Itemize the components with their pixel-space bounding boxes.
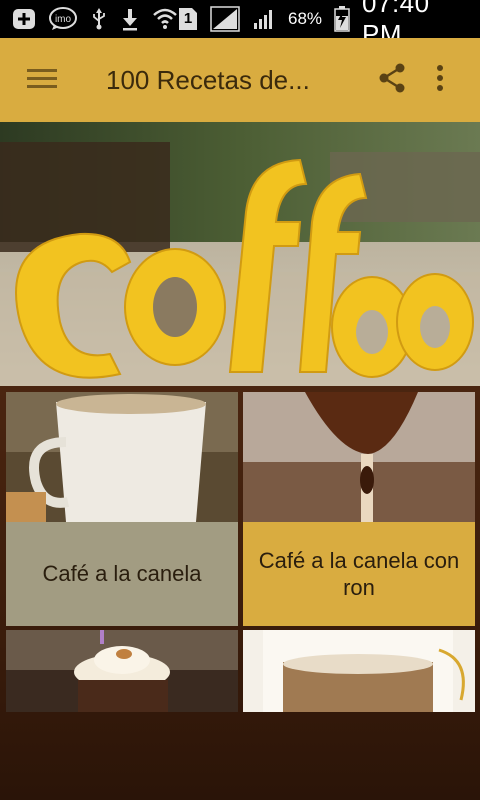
imo-icon: imo xyxy=(48,7,78,31)
wifi-icon xyxy=(152,7,178,31)
menu-button[interactable] xyxy=(24,62,60,98)
battery-charging-icon xyxy=(334,6,350,32)
signal-icon xyxy=(210,6,240,32)
recipe-card[interactable]: Café a la canela xyxy=(6,392,238,626)
signal-icon xyxy=(252,7,276,31)
share-button[interactable] xyxy=(368,56,416,104)
more-vert-icon xyxy=(436,64,444,97)
sim-1-icon: 1 xyxy=(178,7,198,31)
recipe-grid: Café a la canela Café a la canela con ro… xyxy=(0,386,480,800)
menu-icon xyxy=(27,67,57,94)
recipe-image xyxy=(243,392,475,522)
recipe-card[interactable]: Café a la canela con ron xyxy=(243,392,475,626)
status-bar: imo 1 68% 07:40 PM xyxy=(0,0,480,49)
download-icon xyxy=(120,7,140,31)
recipe-card[interactable] xyxy=(243,630,475,712)
add-box-icon xyxy=(12,7,36,31)
usb-icon xyxy=(90,7,108,31)
recipe-title: Café a la canela con ron xyxy=(243,522,475,626)
recipe-image xyxy=(6,630,238,712)
share-icon xyxy=(378,63,406,98)
status-notifications: imo xyxy=(12,7,178,31)
app-bar: 100 Recetas de... xyxy=(0,38,480,122)
recipe-title: Café a la canela xyxy=(6,522,238,626)
sim-slot-number: 1 xyxy=(183,10,193,27)
recipe-image xyxy=(6,392,238,522)
svg-text:imo: imo xyxy=(55,14,72,25)
app-title: 100 Recetas de... xyxy=(106,64,310,95)
more-options-button[interactable] xyxy=(416,56,464,104)
recipe-image xyxy=(243,630,475,712)
hero-image xyxy=(0,122,480,386)
battery-percent: 68% xyxy=(288,9,323,28)
recipe-card[interactable] xyxy=(6,630,238,712)
